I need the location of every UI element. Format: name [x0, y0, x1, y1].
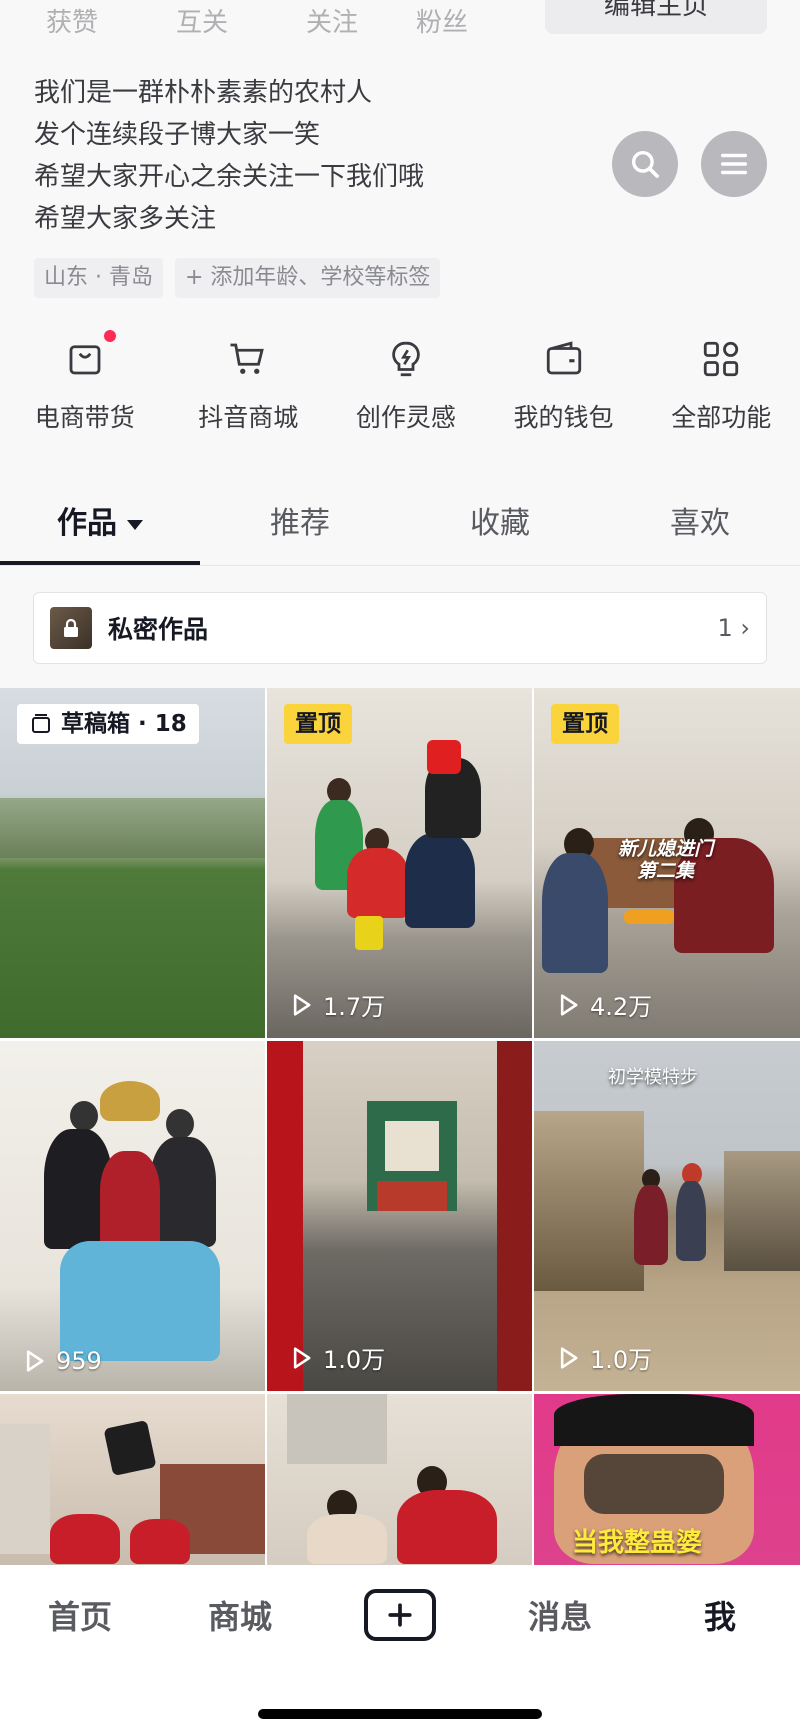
function-label: 全部功能: [671, 403, 772, 432]
likes-stat[interactable]: 获赞: [46, 2, 98, 39]
plus-icon: [388, 1603, 412, 1627]
video-thumbnail[interactable]: 初学模特步 1.0万: [534, 1041, 800, 1391]
bio-line: 发个连续段子博大家一笑: [34, 120, 321, 150]
profile-bio: 我们是一群朴朴素素的农村人 发个连续段子博大家一笑 希望大家开心之余关注一下我们…: [34, 72, 594, 240]
function-label: 创作灵感: [355, 403, 456, 432]
following-stat[interactable]: 关注: [306, 2, 358, 39]
menu-button[interactable]: [701, 131, 767, 197]
play-count-value: 1.0万: [323, 1346, 386, 1374]
caret-down-icon: [127, 519, 143, 530]
private-works-label: 私密作品: [108, 615, 209, 644]
private-thumb: [50, 607, 92, 649]
search-button[interactable]: [612, 131, 678, 197]
draft-box-icon: [32, 714, 50, 733]
tab-works[interactable]: 作品: [0, 488, 200, 565]
bio-line: 希望大家开心之余关注一下我们哦: [34, 162, 425, 192]
play-count: 1.0万: [554, 1340, 652, 1375]
wallet-icon: [546, 341, 581, 375]
tab-favorites[interactable]: 收藏: [400, 488, 600, 565]
lock-icon: [64, 618, 78, 637]
search-icon: [631, 150, 659, 178]
lightbulb-icon: [392, 341, 420, 377]
play-icon: [293, 993, 311, 1016]
play-count-value: 4.2万: [590, 993, 653, 1021]
nav-mall[interactable]: 商城: [160, 1592, 320, 1638]
play-count-value: 1.0万: [590, 1346, 653, 1374]
function-label: 抖音商城: [198, 403, 299, 432]
drafts-badge[interactable]: 草稿箱 · 18: [17, 704, 199, 744]
notification-dot: [104, 330, 116, 342]
play-count: 4.2万: [554, 987, 652, 1022]
stats-row: 获赞 互关 关注 粉丝: [46, 0, 546, 40]
private-works-count: 1 ›: [717, 614, 750, 642]
play-count-value: 1.7万: [323, 993, 386, 1021]
inspiration-button[interactable]: 创作灵感: [327, 338, 485, 434]
video-thumbnail[interactable]: 置顶 新儿媳进门 第二集 4.2万: [534, 688, 800, 1038]
ecommerce-button[interactable]: 电商带货: [0, 330, 169, 434]
mutual-stat[interactable]: 互关: [176, 2, 228, 39]
pinned-badge: 置顶: [551, 704, 619, 744]
function-row: 电商带货 抖音商城 创作灵感 我的钱包 全部功能: [0, 330, 800, 434]
shopping-bag-icon: [69, 345, 101, 375]
tab-recommend[interactable]: 推荐: [200, 488, 400, 565]
private-works-row[interactable]: 私密作品 1 ›: [33, 592, 767, 664]
menu-icon: [720, 153, 748, 175]
location-tag[interactable]: 山东 · 青岛: [34, 258, 163, 298]
followers-stat[interactable]: 粉丝: [416, 2, 468, 39]
bio-line: 希望大家多关注: [34, 204, 217, 234]
nav-messages[interactable]: 消息: [480, 1592, 640, 1638]
edit-profile-button[interactable]: 编辑主页: [545, 0, 767, 34]
function-label: 我的钱包: [513, 403, 614, 432]
cart-icon: [230, 343, 265, 374]
play-count-value: 959: [56, 1347, 102, 1375]
video-thumbnail[interactable]: 1.0万: [267, 1041, 532, 1391]
play-icon: [560, 1346, 578, 1369]
nav-me[interactable]: 我: [640, 1592, 800, 1638]
play-icon: [26, 1350, 44, 1372]
tab-label: 作品: [57, 506, 117, 541]
video-caption: 初学模特步: [608, 1067, 698, 1088]
play-count: 1.0万: [287, 1340, 385, 1375]
profile-tags: 山东 · 青岛 + 添加年龄、学校等标签: [34, 258, 441, 298]
content-tabs: 作品 推荐 收藏 喜欢: [0, 488, 800, 566]
video-thumbnail[interactable]: 959: [0, 1041, 265, 1391]
function-label: 电商带货: [34, 403, 135, 432]
wallet-button[interactable]: 我的钱包: [485, 338, 643, 434]
play-count: 1.7万: [287, 987, 385, 1022]
home-indicator: [258, 1709, 542, 1719]
video-caption: 新儿媳进门 第二集: [618, 838, 714, 882]
all-functions-button[interactable]: 全部功能: [642, 338, 800, 434]
pinned-badge: 置顶: [284, 704, 352, 744]
bio-line: 我们是一群朴朴素素的农村人: [34, 78, 373, 108]
play-count: 959: [20, 1347, 102, 1375]
drafts-label: 草稿箱 · 18: [61, 711, 187, 737]
nav-create[interactable]: [320, 1589, 480, 1641]
video-thumbnail[interactable]: 草稿箱 · 18: [0, 688, 265, 1038]
video-thumbnail[interactable]: 置顶 1.7万: [267, 688, 532, 1038]
nav-home[interactable]: 首页: [0, 1592, 160, 1638]
douyin-mall-button[interactable]: 抖音商城: [169, 338, 327, 434]
video-caption: 当我整蛊婆: [572, 1528, 703, 1558]
add-tags-button[interactable]: + 添加年龄、学校等标签: [174, 258, 441, 298]
create-button[interactable]: [364, 1589, 436, 1641]
tab-likes[interactable]: 喜欢: [600, 488, 800, 565]
play-icon: [560, 993, 578, 1016]
play-icon: [293, 1346, 311, 1369]
bottom-nav: 首页 商城 消息 我: [0, 1565, 800, 1733]
grid-icon: [704, 341, 739, 377]
